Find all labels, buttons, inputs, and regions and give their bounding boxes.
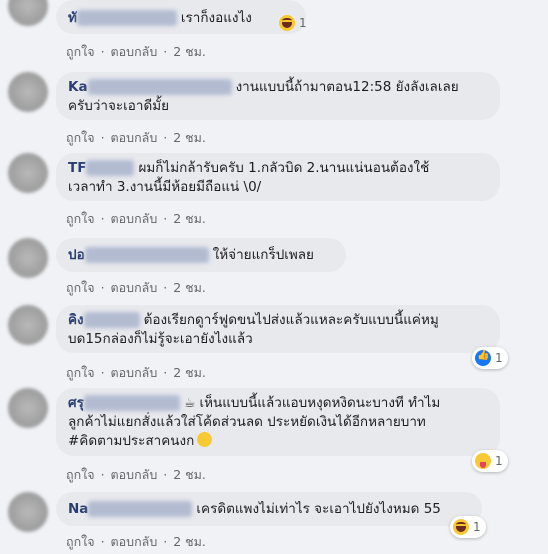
comment-bubble: Na เครดิตแพงไม่เท่าไร จะเอาไปยังไงหมด 55	[56, 492, 482, 526]
comment-text: เราก็งอแงไง	[180, 10, 252, 26]
redacted-name	[87, 79, 232, 95]
separator: ·	[163, 467, 168, 482]
like-link[interactable]: ถูกใจ	[66, 534, 95, 549]
comment-actions: ถูกใจ · ตอบกลับ · 2 ชม.	[66, 42, 208, 62]
reply-link[interactable]: ตอบกลับ	[111, 280, 158, 295]
commenter-name[interactable]: Ka	[68, 79, 88, 95]
redacted-name	[88, 501, 193, 517]
separator: ·	[100, 130, 105, 145]
like-link[interactable]: ถูกใจ	[66, 467, 95, 482]
reply-link[interactable]: ตอบกลับ	[111, 44, 158, 59]
reply-link[interactable]: ตอบกลับ	[111, 467, 158, 482]
comment-actions: ถูกใจ · ตอบกลับ · 2 ชม.	[66, 532, 208, 552]
comment-time[interactable]: 2 ชม.	[173, 44, 206, 59]
comment-text: บด15กล่องก็ไม่รู้จะเอายังไงแล้ว	[68, 331, 253, 347]
like-link[interactable]: ถูกใจ	[66, 280, 95, 295]
comment-text: ครับว่าจะเอาดีมั้ย	[68, 98, 170, 114]
haha-icon	[279, 15, 295, 31]
comment-bubble: ทั เราก็งอแงไง	[56, 0, 306, 34]
redacted-name	[83, 312, 140, 328]
avatar[interactable]	[8, 305, 48, 345]
separator: ·	[100, 211, 105, 226]
comment-bubble: คิง ต้องเรียกดูาร์ฟูดขนไปส่งแล้วแหละครับแ…	[56, 305, 500, 353]
comment-bubble: Ka งานแบบนี้ถ้ามาตอน12:58 ยังลังเลเลย ครั…	[56, 72, 500, 120]
comment-time[interactable]: 2 ชม.	[173, 467, 206, 482]
redacted-name	[84, 247, 209, 263]
reaction-badge[interactable]: 1	[450, 516, 486, 538]
separator: ·	[100, 534, 105, 549]
thinking-face-icon	[197, 432, 213, 447]
comment-text: ต้องเรียกดูาร์ฟูดขนไปส่งแล้วแหละครับแบบน…	[143, 312, 439, 328]
commenter-name[interactable]: ทั	[68, 10, 77, 26]
reaction-count: 1	[299, 16, 307, 30]
reaction-count: 1	[473, 520, 481, 534]
separator: ·	[163, 130, 168, 145]
separator: ·	[163, 211, 168, 226]
separator: ·	[100, 365, 105, 380]
like-link[interactable]: ถูกใจ	[66, 365, 95, 380]
comment-actions: ถูกใจ · ตอบกลับ · 2 ชม.	[66, 465, 208, 485]
comment-actions: ถูกใจ · ตอบกลับ · 2 ชม.	[66, 278, 208, 298]
comment-bubble: ปอ ให้จ่ายแกร็ปเพลย	[56, 238, 346, 272]
tongue-face-icon	[475, 453, 491, 469]
avatar[interactable]	[8, 72, 48, 112]
redacted-name	[83, 395, 180, 411]
separator: ·	[100, 467, 105, 482]
comment-actions: ถูกใจ · ตอบกลับ · 2 ชม.	[66, 128, 208, 148]
like-link[interactable]: ถูกใจ	[66, 44, 95, 59]
comment-text: เห็นแบบนี้แล้วแอบหงุดหงิดนะบางที ทำไม	[199, 395, 441, 411]
avatar[interactable]	[8, 388, 48, 428]
reaction-badge[interactable]: 1	[472, 347, 508, 369]
like-link[interactable]: ถูกใจ	[66, 211, 95, 226]
coffee-icon: ☕	[183, 396, 196, 411]
reply-link[interactable]: ตอบกลับ	[111, 534, 158, 549]
comment-bubble: ศรุ ☕ เห็นแบบนี้แล้วแอบหงุดหงิดนะบางที ทำไ…	[56, 388, 500, 456]
comment-hashtag[interactable]: #คิดตามประสาคนงก	[68, 433, 194, 449]
comment-text: ลูกค้าไม่แยกสั่งแล้วใส่โค้ดส่วนลด ประหยั…	[68, 414, 426, 430]
like-icon	[475, 350, 491, 366]
separator: ·	[163, 280, 168, 295]
separator: ·	[100, 280, 105, 295]
redacted-name	[86, 160, 135, 176]
avatar[interactable]	[8, 0, 48, 26]
comment-time[interactable]: 2 ชม.	[173, 534, 206, 549]
comment-actions: ถูกใจ · ตอบกลับ · 2 ชม.	[66, 363, 208, 383]
commenter-name[interactable]: TF	[68, 160, 86, 176]
commenter-name[interactable]: Na	[68, 501, 88, 517]
haha-icon	[453, 519, 469, 535]
avatar[interactable]	[8, 153, 48, 193]
comment-text: ให้จ่ายแกร็ปเพลย	[212, 247, 314, 263]
separator: ·	[163, 365, 168, 380]
comment-time[interactable]: 2 ชม.	[173, 280, 206, 295]
avatar[interactable]	[8, 238, 48, 278]
comment-time[interactable]: 2 ชม.	[173, 365, 206, 380]
avatar[interactable]	[8, 492, 48, 532]
reaction-badge[interactable]: 1	[472, 450, 508, 472]
reply-link[interactable]: ตอบกลับ	[111, 211, 158, 226]
commenter-name[interactable]: ปอ	[68, 247, 85, 263]
reply-link[interactable]: ตอบกลับ	[111, 365, 158, 380]
separator: ·	[163, 534, 168, 549]
comment-time[interactable]: 2 ชม.	[173, 130, 206, 145]
separator: ·	[163, 44, 168, 59]
commenter-name[interactable]: ศรุ	[68, 395, 84, 411]
reaction-count: 1	[495, 454, 503, 468]
comment-text: เครดิตแพงไม่เท่าไร จะเอาไปยังไงหมด 55	[196, 501, 441, 517]
comment-time[interactable]: 2 ชม.	[173, 211, 206, 226]
comment-text: ผมก็ไม่กล้ารับครับ 1.กลัวบิด 2.นานแน่นอน…	[138, 160, 430, 176]
comment-text: งานแบบนี้ถ้ามาตอน12:58 ยังลังเลเลย	[235, 79, 459, 95]
redacted-name	[76, 10, 177, 26]
comment-text: เวลาทำ 3.งานนี้มีห้อยมีถือแน่ \0/	[68, 179, 262, 195]
comment-actions: ถูกใจ · ตอบกลับ · 2 ชม.	[66, 209, 208, 229]
comment-bubble: TF ผมก็ไม่กล้ารับครับ 1.กลัวบิด 2.นานแน่น…	[56, 153, 500, 201]
commenter-name[interactable]: คิง	[68, 312, 84, 328]
reaction-badge[interactable]: 1	[276, 12, 312, 34]
reply-link[interactable]: ตอบกลับ	[111, 130, 158, 145]
reaction-count: 1	[495, 351, 503, 365]
separator: ·	[100, 44, 105, 59]
like-link[interactable]: ถูกใจ	[66, 130, 95, 145]
